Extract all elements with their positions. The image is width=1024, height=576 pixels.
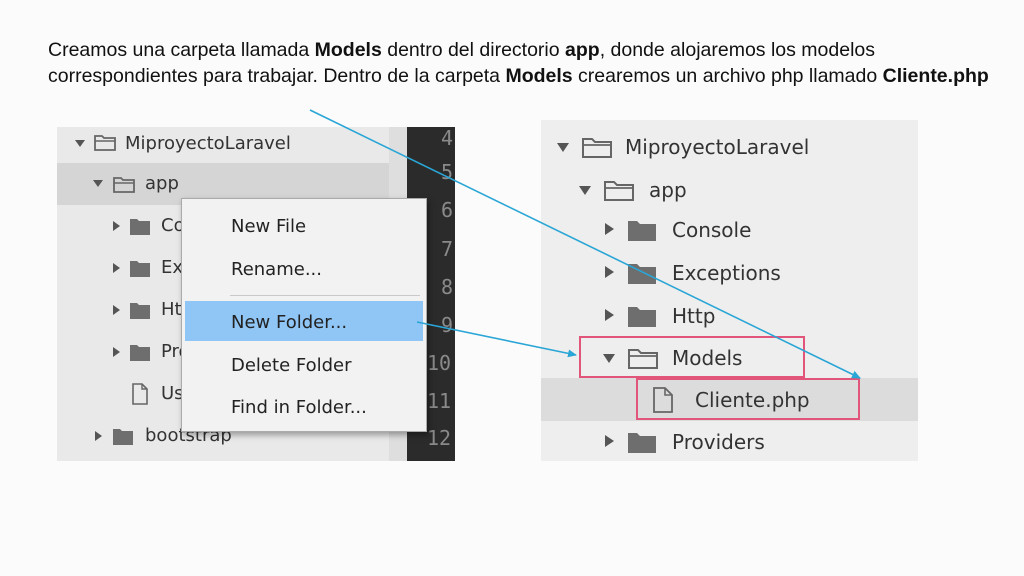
caption-bold-models: Models: [314, 39, 382, 61]
expand-arrow-icon[interactable]: [605, 435, 614, 447]
expand-arrow-icon[interactable]: [113, 263, 120, 273]
tree-item-label: MiproyectoLaravel: [625, 135, 810, 159]
context-menu: New File Rename... New Folder... Delete …: [181, 198, 427, 432]
tree-item-label: Ex: [161, 257, 184, 278]
line-number: 11: [427, 389, 452, 413]
folder-icon: [94, 135, 116, 151]
collapse-arrow-icon[interactable]: [579, 186, 591, 195]
tree-item-label: Exceptions: [672, 261, 781, 285]
menu-item-new-file[interactable]: New File: [185, 205, 423, 245]
tree-item-root[interactable]: MiproyectoLaravel: [57, 127, 389, 165]
menu-item-new-folder[interactable]: New Folder...: [185, 301, 423, 341]
line-number: 7: [441, 237, 454, 261]
menu-item-rename[interactable]: Rename...: [185, 248, 423, 288]
caption-text: crearemos un archivo php llamado: [572, 65, 883, 87]
models-highlight-box: [579, 336, 805, 378]
instruction-caption: Creamos una carpeta llamada Models dentr…: [48, 37, 998, 89]
line-number: 9: [441, 313, 454, 337]
expand-arrow-icon[interactable]: [113, 305, 120, 315]
menu-item-label: New File: [231, 216, 307, 237]
collapse-arrow-icon[interactable]: [557, 143, 569, 152]
menu-item-label: Delete Folder: [231, 355, 352, 376]
line-number: 4: [441, 127, 454, 150]
file-icon: [132, 383, 148, 405]
line-number: 10: [427, 351, 452, 375]
tree-item-exceptions[interactable]: Exceptions: [541, 251, 918, 294]
expand-arrow-icon[interactable]: [95, 431, 102, 441]
folder-icon: [113, 429, 133, 445]
caption-bold-cliente: Cliente.php: [882, 65, 989, 87]
collapse-arrow-icon[interactable]: [75, 140, 85, 147]
menu-item-delete-folder[interactable]: Delete Folder: [185, 344, 423, 384]
folder-icon: [130, 261, 150, 277]
expand-arrow-icon[interactable]: [605, 223, 614, 235]
tree-item-root[interactable]: MiproyectoLaravel: [541, 125, 918, 168]
menu-item-label: Find in Folder...: [231, 397, 367, 418]
tree-item-label: Providers: [672, 430, 765, 454]
caption-text: Creamos una carpeta llamada: [48, 39, 315, 61]
tree-item-label: MiproyectoLaravel: [125, 133, 291, 154]
line-number: 6: [441, 198, 454, 222]
folder-icon: [130, 345, 150, 361]
line-number: 12: [427, 426, 452, 450]
expand-arrow-icon[interactable]: [605, 266, 614, 278]
tree-item-http[interactable]: Http: [541, 294, 918, 337]
caption-bold-app: app: [565, 39, 600, 61]
line-number: 5: [441, 160, 454, 184]
menu-item-label: New Folder...: [231, 312, 348, 333]
expand-arrow-icon[interactable]: [113, 221, 120, 231]
tree-item-console[interactable]: Console: [541, 208, 918, 251]
folder-icon: [628, 433, 656, 453]
folder-icon: [130, 219, 150, 235]
tree-item-label: app: [145, 173, 179, 194]
tree-item-providers[interactable]: Providers: [541, 420, 918, 461]
cliente-highlight-box: [636, 378, 860, 420]
folder-icon: [628, 307, 656, 327]
line-number: 8: [441, 275, 454, 299]
folder-icon: [628, 264, 656, 284]
folder-icon: [628, 221, 656, 241]
menu-item-find-in-folder[interactable]: Find in Folder...: [185, 386, 423, 426]
folder-icon: [604, 181, 634, 201]
caption-bold-models: Models: [505, 65, 573, 87]
tree-item-label: app: [649, 178, 687, 202]
folder-icon: [113, 177, 135, 193]
expand-arrow-icon[interactable]: [605, 309, 614, 321]
caption-text: dentro del directorio: [381, 39, 566, 61]
tree-item-label: Console: [672, 218, 752, 242]
collapse-arrow-icon[interactable]: [93, 180, 103, 187]
folder-icon: [130, 303, 150, 319]
menu-item-label: Rename...: [231, 259, 322, 280]
tree-item-app[interactable]: app: [541, 168, 918, 211]
expand-arrow-icon[interactable]: [113, 347, 120, 357]
folder-icon: [582, 138, 612, 158]
menu-separator: [230, 295, 420, 296]
tree-item-label: Http: [672, 304, 716, 328]
